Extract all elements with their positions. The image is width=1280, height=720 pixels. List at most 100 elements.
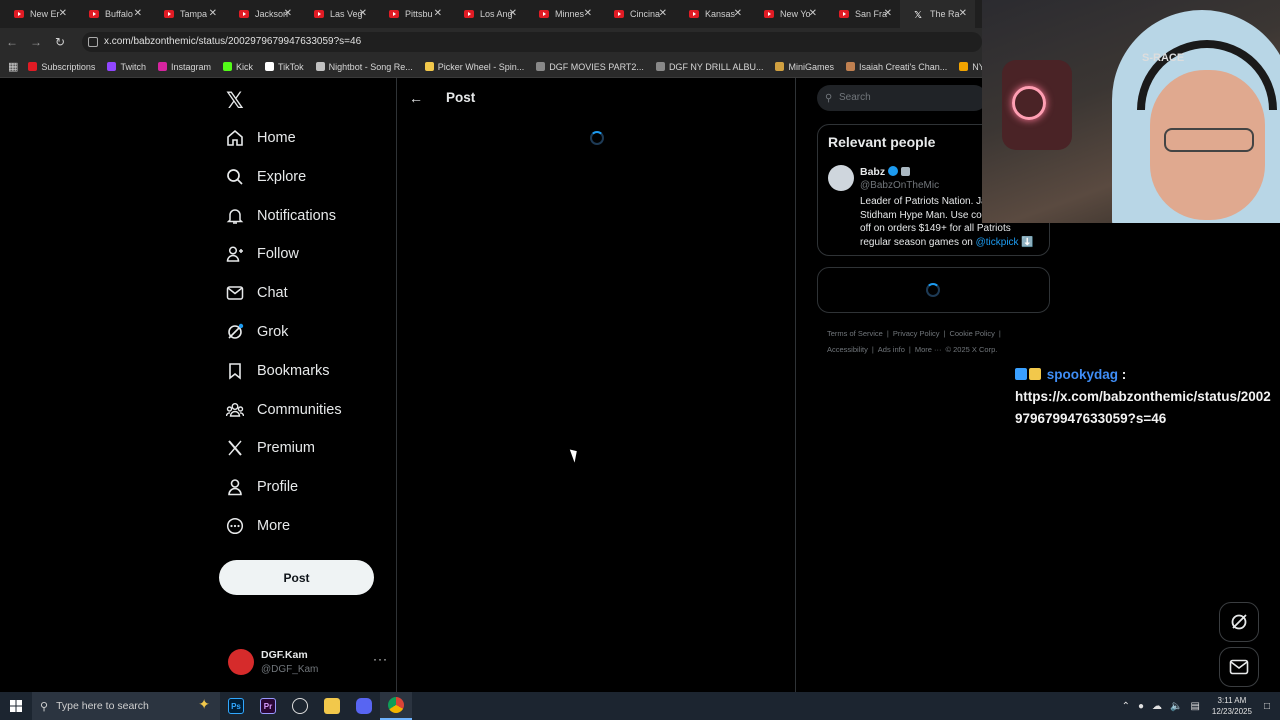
network-icon[interactable]: ▤	[1190, 701, 1199, 712]
tab-close-icon[interactable]: ✕	[734, 8, 742, 19]
apps-grid-icon[interactable]: ▦	[8, 60, 18, 73]
tab-close-icon[interactable]: ✕	[284, 8, 292, 19]
nav-item-notifications[interactable]: Notifications	[226, 201, 336, 231]
back-arrow-icon[interactable]: ←	[409, 90, 423, 106]
bookmark-item[interactable]: DGF MOVIES PART2...	[536, 62, 644, 72]
browser-tab[interactable]: Tampa ✕	[150, 0, 225, 28]
tab-close-icon[interactable]: ✕	[134, 8, 142, 19]
forward-nav-icon[interactable]: →	[24, 35, 48, 49]
browser-tab[interactable]: Pittsbu ✕	[375, 0, 450, 28]
browser-tab[interactable]: 𝕏 The Ra ✕	[900, 0, 975, 28]
footer-link[interactable]: Cookie Policy	[949, 329, 994, 338]
footer-link[interactable]: Accessibility	[827, 345, 868, 354]
search-input[interactable]: ⚲ Search	[817, 85, 987, 111]
taskbar-search[interactable]: ⚲ Type here to search ✦	[32, 692, 220, 720]
browser-tab[interactable]: Las Veg ✕	[300, 0, 375, 28]
browser-tab[interactable]: Minnes ✕	[525, 0, 600, 28]
messages-floating-button[interactable]	[1219, 647, 1259, 687]
back-nav-icon[interactable]: ←	[0, 35, 24, 49]
footer-link[interactable]: © 2025 X Corp.	[946, 345, 998, 354]
tab-close-icon[interactable]: ✕	[509, 8, 517, 19]
bookmark-item[interactable]: Twitch	[107, 62, 146, 72]
nav-item-grok[interactable]: Grok	[226, 317, 288, 347]
cloud-icon[interactable]: ☁	[1152, 701, 1162, 712]
bio-link[interactable]: @tickpick	[976, 237, 1019, 248]
volume-icon[interactable]: 🔈	[1170, 701, 1182, 712]
grok-floating-button[interactable]	[1219, 602, 1259, 642]
youtube-icon	[14, 10, 24, 18]
taskview-button[interactable]: Ps	[220, 692, 252, 720]
photoshop-icon: Ps	[228, 698, 244, 714]
bookmark-item[interactable]: Instagram	[157, 62, 211, 72]
browser-tab[interactable]: New Er ✕	[0, 0, 75, 28]
nav-item-explore[interactable]: Explore	[226, 162, 306, 192]
nav-item-label: Follow	[257, 246, 299, 263]
premiere-button[interactable]: Pr	[252, 692, 284, 720]
browser-tab[interactable]: Buffalo ✕	[75, 0, 150, 28]
avatar[interactable]	[828, 165, 854, 191]
bookmark-icon	[107, 62, 117, 71]
footer-separator: |	[998, 329, 1001, 338]
notification-icon[interactable]: □	[1264, 701, 1270, 712]
tab-close-icon[interactable]: ✕	[59, 8, 67, 19]
browser-tab[interactable]: San Fra ✕	[825, 0, 900, 28]
obs-button[interactable]	[284, 692, 316, 720]
address-bar[interactable]: x.com/babzonthemic/status/20029796799476…	[82, 32, 982, 52]
more-dots-icon[interactable]: ···	[373, 652, 388, 666]
tab-close-icon[interactable]: ✕	[959, 8, 967, 19]
bookmark-item[interactable]: Nightbot - Song Re...	[315, 62, 413, 72]
user-handle[interactable]: @BabzOnTheMic	[860, 180, 939, 191]
bookmark-item[interactable]: Kick	[222, 62, 253, 72]
footer-link[interactable]: Privacy Policy	[893, 329, 940, 338]
chat-badge-icon	[1015, 368, 1027, 380]
nav-item-bookmarks[interactable]: Bookmarks	[226, 356, 330, 386]
account-switcher[interactable]: DGF.Kam @DGF_Kam ···	[228, 646, 388, 682]
user-name[interactable]: Babz	[860, 166, 911, 178]
nav-item-home[interactable]: Home	[226, 123, 296, 153]
footer-link[interactable]: Terms of Service	[827, 329, 883, 338]
youtube-icon	[464, 10, 474, 18]
communities-icon	[226, 401, 244, 419]
browser-tab[interactable]: New Yo ✕	[750, 0, 825, 28]
site-info-icon[interactable]	[88, 37, 98, 47]
bookmark-item[interactable]: Isaiah Creati's Chan...	[845, 62, 947, 72]
tab-close-icon[interactable]: ✕	[584, 8, 592, 19]
loading-spinner-icon	[926, 283, 940, 297]
browser-tab[interactable]: Los Ang ✕	[450, 0, 525, 28]
browser-tab[interactable]: Jackson ✕	[225, 0, 300, 28]
footer-link[interactable]: Ads info	[878, 345, 905, 354]
nav-item-premium[interactable]: Premium	[226, 433, 315, 463]
explorer-button[interactable]	[316, 692, 348, 720]
bookmark-item[interactable]: Picker Wheel - Spin...	[424, 62, 524, 72]
bookmark-item[interactable]: MiniGames	[775, 62, 834, 72]
x-logo-icon[interactable]: 𝕏	[226, 88, 244, 114]
nav-item-chat[interactable]: Chat	[226, 278, 288, 308]
tab-close-icon[interactable]: ✕	[359, 8, 367, 19]
reload-icon[interactable]: ↻	[48, 35, 72, 49]
post-button[interactable]: Post	[219, 560, 374, 595]
browser-tab[interactable]: Kansas ✕	[675, 0, 750, 28]
home-icon	[226, 129, 244, 147]
clock[interactable]: 3:11 AM 12/23/2025	[1212, 695, 1252, 717]
youtube-icon	[764, 10, 774, 18]
bookmark-item[interactable]: DGF NY DRILL ALBU...	[655, 62, 763, 72]
browser-tab[interactable]: Cincina ✕	[600, 0, 675, 28]
tab-close-icon[interactable]: ✕	[809, 8, 817, 19]
start-button[interactable]	[0, 692, 32, 720]
tab-close-icon[interactable]: ✕	[434, 8, 442, 19]
bookmark-item[interactable]: TikTok	[265, 62, 304, 72]
tab-close-icon[interactable]: ✕	[659, 8, 667, 19]
nav-item-more[interactable]: More	[226, 511, 290, 541]
nav-item-communities[interactable]: Communities	[226, 395, 342, 425]
discord-button[interactable]	[348, 692, 380, 720]
nav-item-profile[interactable]: Profile	[226, 472, 298, 502]
tab-close-icon[interactable]: ✕	[884, 8, 892, 19]
chevron-up-icon[interactable]: ⌃	[1122, 701, 1130, 712]
tab-close-icon[interactable]: ✕	[209, 8, 217, 19]
footer-link[interactable]: More ···	[915, 345, 942, 354]
chrome-button[interactable]	[380, 692, 412, 720]
nav-item-follow[interactable]: Follow	[226, 239, 299, 269]
microphone-icon[interactable]: ●	[1138, 701, 1144, 712]
bookmark-item[interactable]: Subscriptions	[28, 62, 95, 72]
nav-item-label: Notifications	[257, 207, 336, 224]
